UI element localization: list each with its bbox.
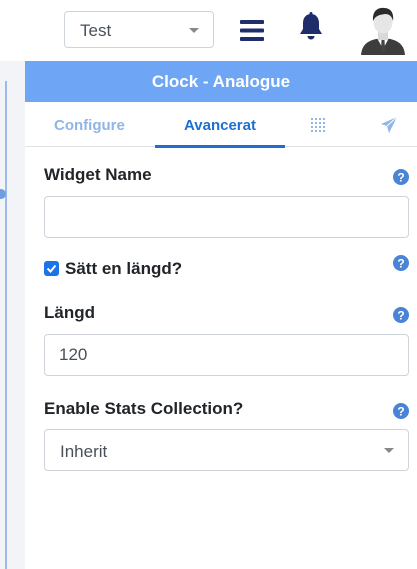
duration-input[interactable] xyxy=(44,334,409,376)
checkmark-icon xyxy=(46,264,57,273)
duration-label: Längd xyxy=(44,303,95,322)
grid-icon xyxy=(311,118,325,132)
tab-configure[interactable]: Configure xyxy=(25,102,155,147)
layout-select[interactable]: Test xyxy=(64,11,214,48)
svg-text:?: ? xyxy=(397,257,404,271)
question-circle-icon[interactable]: ? xyxy=(393,307,409,323)
layout-select-value: Test xyxy=(80,21,112,40)
hamburger-menu-icon[interactable] xyxy=(240,20,264,41)
stats-collection-value: Inherit xyxy=(60,442,108,461)
page-side-strip xyxy=(0,61,25,569)
set-duration-label[interactable]: Sätt en längd? xyxy=(65,259,182,279)
bell-icon[interactable] xyxy=(298,12,324,42)
tab-grid[interactable] xyxy=(309,102,331,147)
chevron-down-icon xyxy=(189,28,199,33)
active-tab-indicator xyxy=(155,145,285,148)
question-circle-icon[interactable]: ? xyxy=(393,255,409,271)
widget-name-input[interactable] xyxy=(44,196,409,238)
send-icon xyxy=(381,116,398,133)
question-circle-icon[interactable]: ? xyxy=(393,169,409,185)
user-avatar[interactable] xyxy=(359,5,407,55)
stats-collection-label: Enable Stats Collection? xyxy=(44,399,244,418)
top-navbar: Test xyxy=(0,0,417,61)
tab-configure-label: Configure xyxy=(54,117,125,134)
widget-name-label: Widget Name xyxy=(44,165,152,184)
panel-tabs: Configure Avancerat xyxy=(25,102,417,148)
tab-advanced[interactable]: Avancerat xyxy=(155,102,285,148)
stats-collection-select[interactable]: Inherit xyxy=(44,429,409,471)
widget-edit-panel: Clock - Analogue Configure Avancerat Wid… xyxy=(25,61,417,569)
panel-title: Clock - Analogue xyxy=(151,72,291,91)
svg-text:?: ? xyxy=(397,405,404,419)
set-duration-checkbox[interactable] xyxy=(44,261,59,276)
tab-advanced-label: Avancerat xyxy=(184,117,256,134)
panel-header: Clock - Analogue xyxy=(25,61,417,102)
tab-send[interactable] xyxy=(377,102,401,147)
question-circle-icon[interactable]: ? xyxy=(393,403,409,419)
chevron-down-icon xyxy=(384,448,394,453)
svg-text:?: ? xyxy=(397,309,404,323)
side-divider xyxy=(5,81,7,569)
svg-text:?: ? xyxy=(397,171,404,185)
